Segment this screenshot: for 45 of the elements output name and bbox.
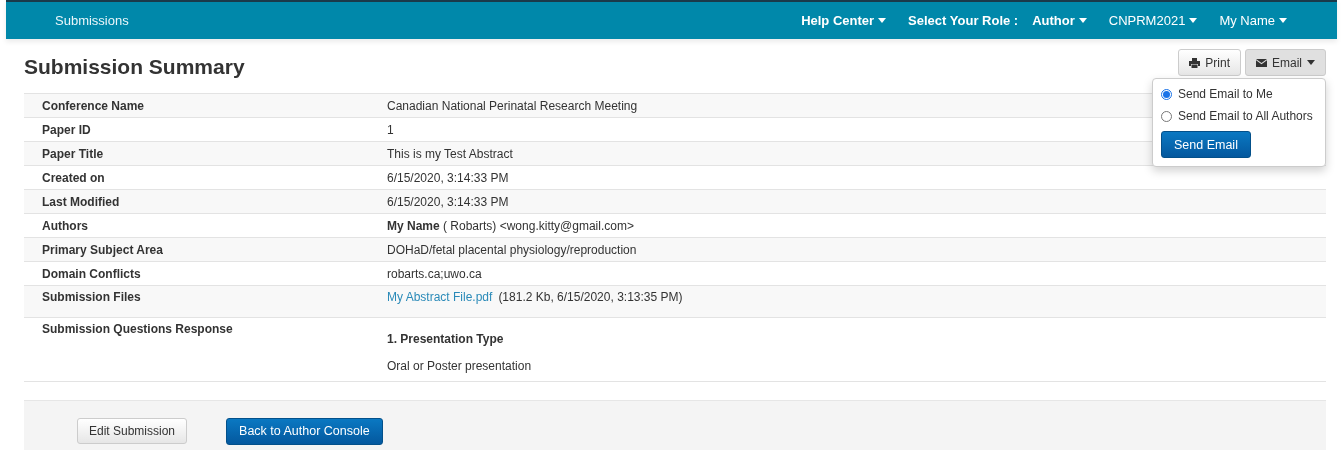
field-value: 6/15/2020, 3:14:33 PM (387, 170, 509, 185)
field-label: Submission Files (41, 290, 142, 304)
radio-button[interactable] (1161, 110, 1172, 122)
page-title: Submission Summary (24, 55, 245, 79)
field-label: Conference Name (41, 98, 146, 113)
radio-button[interactable] (1161, 88, 1172, 100)
edit-button[interactable]: Edit Submission (77, 418, 188, 444)
nav-link[interactable]: Submissions (55, 13, 129, 28)
field-label: Domain Conflicts (41, 266, 142, 281)
radio-label[interactable]: Send Email to All Authors (1178, 109, 1313, 123)
print-button[interactable]: Print (1178, 49, 1241, 76)
field-label: Authors (41, 218, 89, 233)
field-value: 6/15/2020, 3:14:33 PM (387, 194, 509, 209)
caret-icon (1279, 18, 1287, 23)
field-value: 1 (387, 122, 394, 137)
field-label: Last Modified (41, 194, 121, 209)
file-details: (181.2 Kb, 6/15/2020, 3:13:35 PM) (498, 290, 683, 304)
field-label: Submission Questions Response (41, 322, 234, 336)
field-value: Canadian National Perinatal Research Meeting (387, 98, 638, 113)
nav-dropdown[interactable]: Help Center (801, 13, 887, 28)
radio-label[interactable]: Send Email to Me (1178, 87, 1273, 101)
nav-dropdown[interactable]: Author (1032, 13, 1087, 28)
caret-icon (1307, 60, 1315, 65)
question-title: 1. Presentation Type (387, 332, 505, 346)
field-value: DOHaD/fetal placental physiology/reproduction (387, 242, 637, 257)
back-button[interactable]: Back to Author Console (226, 417, 383, 445)
field-label: Primary Subject Area (41, 242, 164, 257)
nav-dropdown[interactable]: CNPRM2021 (1108, 13, 1198, 28)
field-value: robarts.ca;uwo.ca (387, 266, 482, 281)
field-value: This is my Test Abstract (387, 146, 513, 161)
question-answer: Oral or Poster presentation (387, 359, 532, 373)
nav-dropdown[interactable]: My Name (1219, 13, 1287, 28)
field-value: My Name ( Robarts) <wong.kitty@gmail.com> (387, 218, 634, 233)
field-label: Paper Title (41, 146, 105, 161)
caret-icon (1189, 18, 1198, 23)
field-label: Paper ID (41, 122, 92, 137)
caret-icon (1078, 18, 1087, 23)
field-label: Created on (41, 170, 106, 185)
printer-icon (1189, 57, 1201, 68)
nav-label: Select Your Role : (908, 13, 1019, 28)
envelope-icon (1256, 58, 1267, 67)
file-link[interactable]: My Abstract File.pdf (387, 290, 493, 304)
send-email-button[interactable]: Send Email (1161, 131, 1251, 158)
email-button[interactable]: Email (1245, 49, 1326, 76)
caret-icon (878, 18, 887, 23)
